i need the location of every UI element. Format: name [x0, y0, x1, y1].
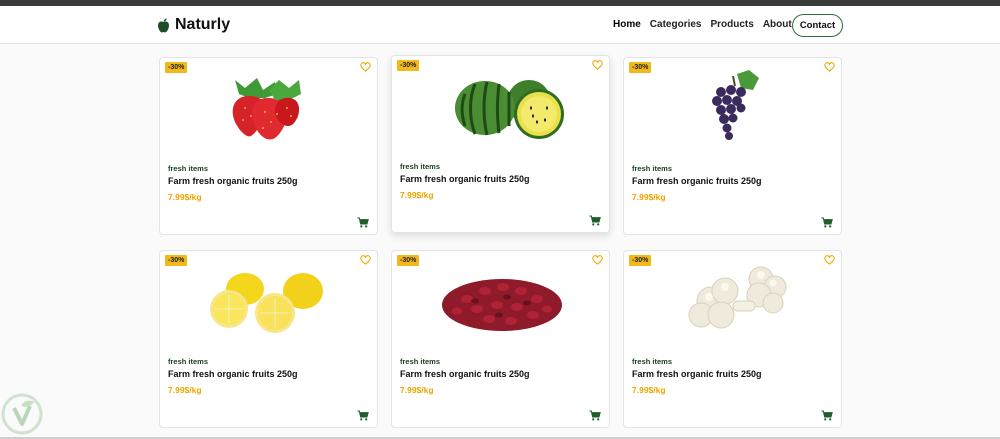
- nav-home[interactable]: Home: [613, 19, 641, 30]
- grapes-image: [712, 70, 759, 140]
- main-nav: Home Categories Products About Us: [613, 19, 807, 30]
- product-title[interactable]: Farm fresh organic fruits 250g: [632, 176, 762, 186]
- product-title[interactable]: Farm fresh organic fruits 250g: [168, 369, 298, 379]
- product-title[interactable]: Farm fresh organic fruits 250g: [400, 174, 530, 184]
- cart-icon[interactable]: [589, 215, 601, 226]
- heart-icon[interactable]: [592, 255, 603, 265]
- brand-name: Naturly: [175, 16, 231, 33]
- nav-categories[interactable]: Categories: [650, 19, 702, 30]
- product-category: fresh items: [400, 357, 441, 366]
- vegan-logo-watermark: [1, 393, 43, 435]
- product-price: 7.99$/kg: [168, 385, 202, 395]
- heart-icon[interactable]: [824, 62, 835, 72]
- product-title[interactable]: Farm fresh organic fruits 250g: [632, 369, 762, 379]
- apple-icon: [158, 17, 169, 32]
- heart-icon[interactable]: [592, 60, 603, 70]
- product-category: fresh items: [400, 162, 441, 171]
- contact-button[interactable]: Contact: [792, 14, 843, 37]
- discount-badge: -30%: [629, 62, 652, 73]
- discount-badge: -30%: [629, 255, 652, 266]
- product-card[interactable]: -30% fresh items Farm fresh organic frui…: [159, 57, 378, 235]
- nav-products[interactable]: Products: [710, 19, 753, 30]
- discount-badge: -30%: [397, 60, 420, 71]
- heart-icon[interactable]: [824, 255, 835, 265]
- heart-icon[interactable]: [360, 255, 371, 265]
- product-price: 7.99$/kg: [632, 192, 666, 202]
- product-category: fresh items: [168, 164, 209, 173]
- cart-icon[interactable]: [821, 217, 833, 228]
- product-card[interactable]: -30% fresh items Farm fresh organic frui…: [391, 250, 610, 428]
- heart-icon[interactable]: [360, 62, 371, 72]
- cart-icon[interactable]: [357, 217, 369, 228]
- lemons-image: [210, 273, 323, 333]
- cart-icon[interactable]: [589, 410, 601, 421]
- cranberries-image: [442, 279, 562, 331]
- product-title[interactable]: Farm fresh organic fruits 250g: [168, 176, 298, 186]
- product-category: fresh items: [632, 357, 673, 366]
- product-card[interactable]: -30% fresh items Farm fresh organic frui…: [391, 55, 610, 233]
- product-price: 7.99$/kg: [400, 190, 434, 200]
- cart-icon[interactable]: [821, 410, 833, 421]
- product-price: 7.99$/kg: [400, 385, 434, 395]
- brand-logo[interactable]: Naturly: [157, 16, 230, 34]
- product-price: 7.99$/kg: [632, 385, 666, 395]
- product-price: 7.99$/kg: [168, 192, 202, 202]
- product-card[interactable]: -30% fresh items Farm fresh organic frui…: [623, 57, 842, 235]
- strawberries-image: [232, 78, 301, 140]
- product-category: fresh items: [168, 357, 209, 366]
- navbar: Naturly Home Categories Products About U…: [0, 6, 1000, 44]
- cauliflower-image: [688, 266, 787, 329]
- watermelon-image: [455, 80, 564, 139]
- product-card[interactable]: -30% fresh items Farm fresh organic frui…: [159, 250, 378, 428]
- product-title[interactable]: Farm fresh organic fruits 250g: [400, 369, 530, 379]
- discount-badge: -30%: [397, 255, 420, 266]
- cart-icon[interactable]: [357, 410, 369, 421]
- discount-badge: -30%: [165, 62, 188, 73]
- product-card[interactable]: -30% fresh items Farm fresh organic frui…: [623, 250, 842, 428]
- product-category: fresh items: [632, 164, 673, 173]
- discount-badge: -30%: [165, 255, 188, 266]
